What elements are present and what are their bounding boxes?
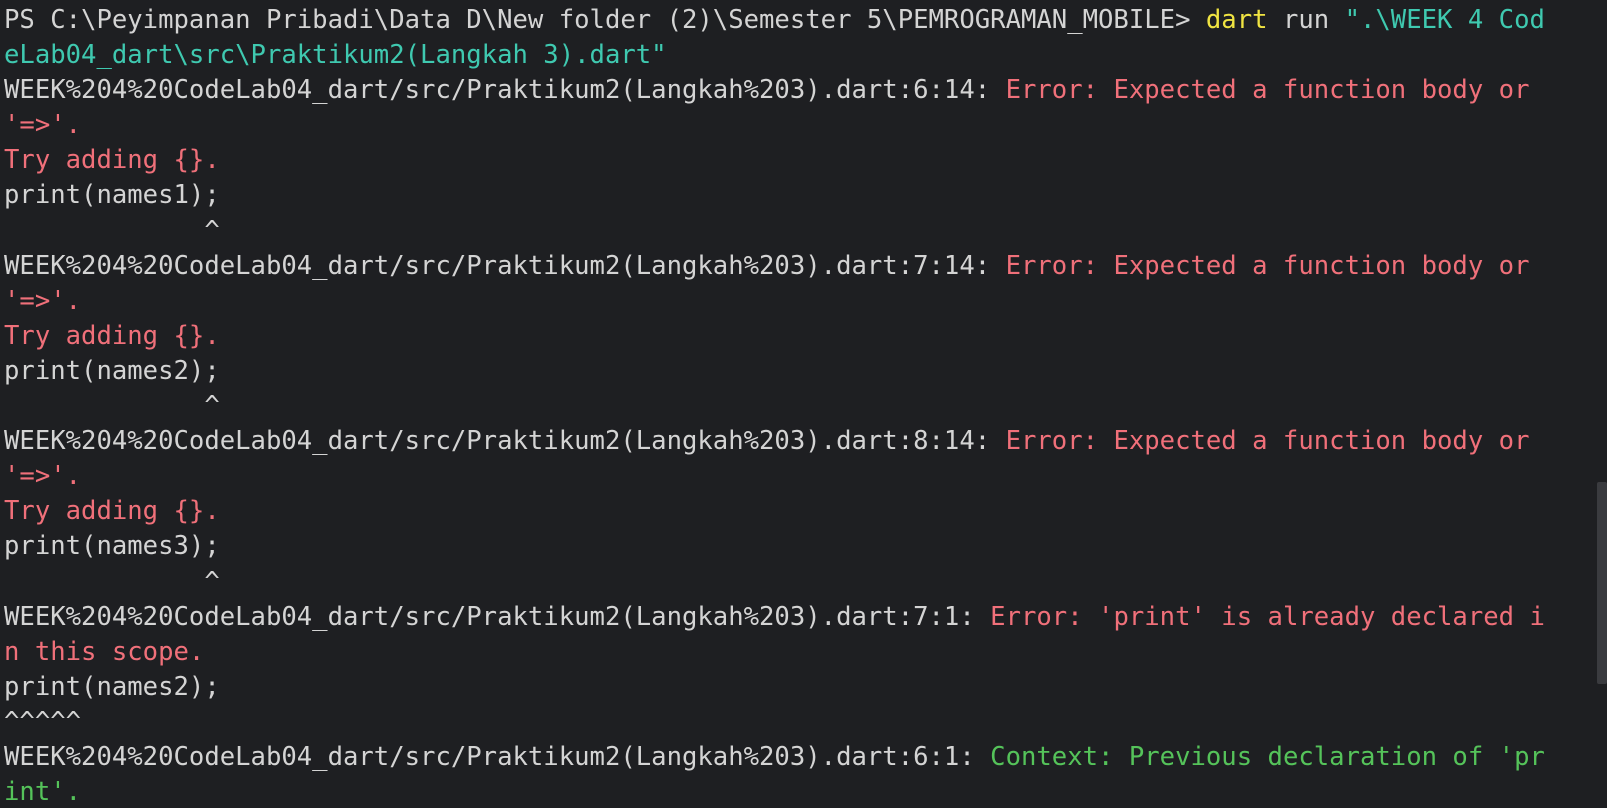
terminal-text-plain: print(names2); [4,671,220,702]
terminal-text-plain: run [1267,5,1345,35]
terminal-text-string: eLab04_dart\src\Praktikum2(Langkah 3).da… [4,40,667,71]
terminal-text-error: '=>'. [4,285,82,316]
terminal-text-plain: PS C:\Peyimpanan Pribadi\Data D\New fold… [4,5,1206,35]
terminal-text-plain: print(names2); [4,355,220,386]
terminal-line: n this scope. [4,635,1560,670]
terminal-line: ^ [4,389,1560,424]
terminal-line: WEEK%204%20CodeLab04_dart/src/Praktikum2… [4,73,1560,108]
terminal-text-context: int'. [4,777,82,808]
terminal-text-plain: ^ [4,566,220,597]
terminal-text-plain: print(names1); [4,180,220,211]
scrollbar-thumb[interactable] [1597,482,1607,684]
terminal-line: print(names3); [4,529,1560,564]
terminal-line: ^ [4,565,1560,600]
terminal-window[interactable]: PS C:\Peyimpanan Pribadi\Data D\New fold… [0,0,1607,808]
terminal-line: PS C:\Peyimpanan Pribadi\Data D\New fold… [4,3,1560,38]
terminal-line: WEEK%204%20CodeLab04_dart/src/Praktikum2… [4,740,1560,775]
terminal-line: WEEK%204%20CodeLab04_dart/src/Praktikum2… [4,600,1560,635]
terminal-text-error: Try adding {}. [4,496,220,527]
terminal-line: Try adding {}. [4,494,1560,529]
terminal-line: print(names2); [4,670,1560,705]
terminal-line: WEEK%204%20CodeLab04_dart/src/Praktikum2… [4,249,1560,284]
terminal-text-cmd: dart [1205,5,1268,35]
terminal-line: print(names2); [4,354,1560,389]
terminal-text-plain: WEEK%204%20CodeLab04_dart/src/Praktikum2… [4,601,991,632]
terminal-line: '=>'. [4,108,1560,143]
terminal-text-error: n this scope. [4,636,205,667]
terminal-output: PS C:\Peyimpanan Pribadi\Data D\New fold… [4,3,1560,808]
vertical-scrollbar[interactable] [1593,0,1607,808]
terminal-text-plain: ^^^^^ [4,706,82,737]
terminal-line: int'. [4,775,1560,808]
terminal-text-error: Error: Expected a function body or [1005,250,1530,281]
terminal-line: print(names1); [4,178,1560,213]
terminal-line: ^ [4,214,1560,249]
terminal-text-error: Error: 'print' is already declared i [990,601,1545,632]
terminal-line: '=>'. [4,284,1560,319]
terminal-text-error: '=>'. [4,110,82,141]
terminal-text-error: Error: Expected a function body or [1005,75,1530,106]
terminal-line: Try adding {}. [4,143,1560,178]
terminal-text-plain: WEEK%204%20CodeLab04_dart/src/Praktikum2… [4,741,991,772]
terminal-line: '=>'. [4,459,1560,494]
terminal-text-plain: WEEK%204%20CodeLab04_dart/src/Praktikum2… [4,426,1006,457]
terminal-text-context: Context: Previous declaration of 'pr [990,741,1545,772]
terminal-text-plain: ^ [4,215,220,246]
terminal-line: ^^^^^ [4,705,1560,740]
terminal-text-error: Try adding {}. [4,320,220,351]
terminal-text-string: ".\WEEK 4 Cod [1344,5,1545,35]
terminal-text-error: Error: Expected a function body or [1005,426,1530,457]
terminal-text-plain: print(names3); [4,531,220,562]
terminal-line: WEEK%204%20CodeLab04_dart/src/Praktikum2… [4,424,1560,459]
terminal-text-plain: WEEK%204%20CodeLab04_dart/src/Praktikum2… [4,75,1006,106]
terminal-line: Try adding {}. [4,319,1560,354]
terminal-text-error: Try adding {}. [4,145,220,176]
terminal-line: eLab04_dart\src\Praktikum2(Langkah 3).da… [4,38,1560,73]
terminal-text-plain: ^ [4,391,220,422]
terminal-text-plain: WEEK%204%20CodeLab04_dart/src/Praktikum2… [4,250,1006,281]
terminal-text-error: '=>'. [4,461,82,492]
